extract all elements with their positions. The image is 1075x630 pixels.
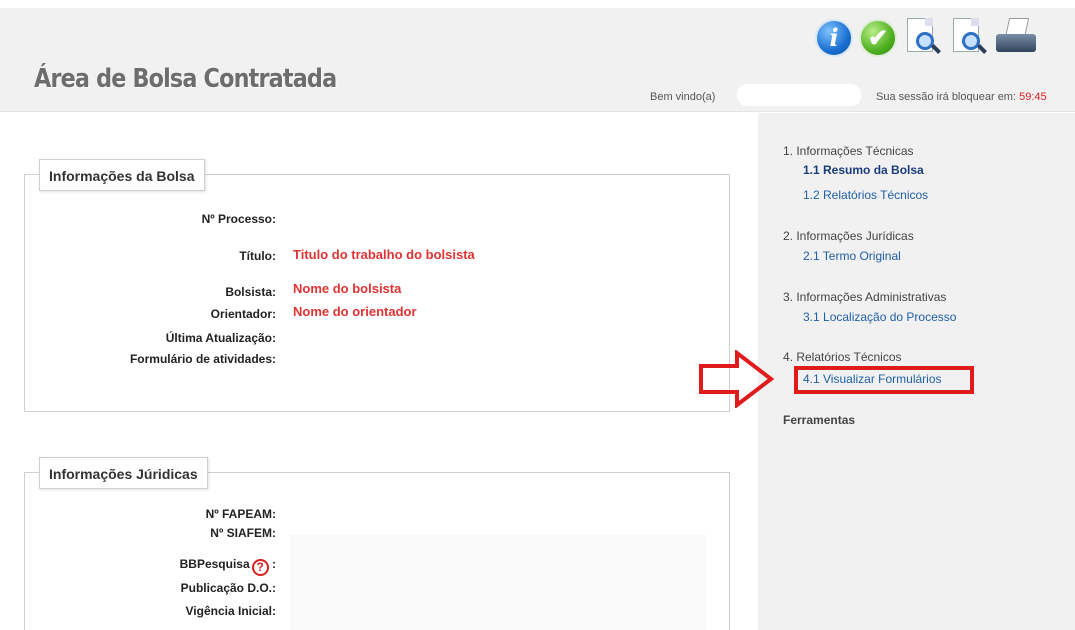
help-icon[interactable]: ? (251, 559, 269, 576)
bolsa-legend: Informações da Bolsa (39, 159, 205, 191)
session-timer: Sua sessão irá bloquear em: 59:45 (876, 91, 1047, 103)
orientador-label: Orientador: (210, 307, 276, 321)
nav-link-relatorios-tecnicos[interactable]: 1.2 Relatórios Técnicos (803, 188, 928, 202)
printer-icon[interactable] (995, 16, 1036, 58)
fapeam-label: Nº FAPEAM: (205, 507, 276, 521)
nav-link-termo-original[interactable]: 2.1 Termo Original (803, 249, 901, 263)
nav-group-juridicas: 2. Informações Jurídicas (783, 229, 914, 243)
orientador-value: Nome do orientador (293, 304, 417, 319)
publicacao-label: Publicação D.O.: (180, 581, 276, 595)
bbpesquisa-colon: : (272, 557, 276, 571)
magnifier-handle (931, 44, 941, 54)
nav-group-ferramentas[interactable]: Ferramentas (783, 413, 855, 427)
check-icon-glyph: ✔ (867, 25, 889, 52)
header-bar: Área de Bolsa Contratada i ✔ Bem vindo(a… (0, 0, 1075, 112)
juridicas-values-area (290, 535, 706, 630)
bolsista-value: Nome do bolsista (293, 281, 402, 296)
document-zoom-icon[interactable] (949, 16, 989, 58)
arrow-right-icon (699, 350, 775, 408)
bolsista-label: Bolsista: (225, 285, 276, 299)
welcome-label: Bem vindo(a) (650, 91, 716, 103)
info-icon[interactable]: i (815, 19, 853, 57)
siafem-label: Nº SIAFEM: (210, 526, 276, 540)
header-top-band (0, 0, 1075, 8)
session-time: 59:45 (1019, 91, 1047, 103)
info-icon-glyph: i (829, 23, 839, 52)
session-label: Sua sessão irá bloquear em: (876, 91, 1017, 103)
highlight-box (794, 366, 974, 394)
printer-body (996, 34, 1036, 52)
vigencia-label: Vigência Inicial: (185, 604, 276, 618)
toolbar: i ✔ (815, 16, 1036, 58)
bbpesquisa-text: BBPesquisa (179, 557, 250, 571)
document-search-icon[interactable] (903, 16, 943, 58)
nav-link-resumo-bolsa[interactable]: 1.1 Resumo da Bolsa (803, 163, 924, 177)
nav-link-localizacao-processo[interactable]: 3.1 Localização do Processo (803, 310, 956, 324)
formulario-label: Formulário de atividades: (129, 352, 276, 366)
atualizacao-label: Última Atualização: (165, 331, 276, 345)
juridicas-legend: Informações Júridicas (39, 457, 208, 489)
bbpesquisa-label: BBPesquisa? : (20, 557, 276, 576)
titulo-value: Titulo do trabalho do bolsista (293, 247, 475, 262)
titulo-label: Título: (239, 249, 276, 263)
user-name-field (737, 84, 861, 106)
nav-group-relatorios: 4. Relatórios Técnicos (783, 350, 902, 364)
nav-group-administrativas: 3. Informações Administrativas (783, 290, 947, 304)
page-title: Área de Bolsa Contratada (34, 64, 337, 94)
check-icon[interactable]: ✔ (859, 19, 897, 57)
processo-label: Nº Processo: (201, 212, 276, 226)
nav-group-tecnicas: 1. Informações Técnicas (783, 144, 914, 158)
magnifier-handle (977, 44, 987, 54)
